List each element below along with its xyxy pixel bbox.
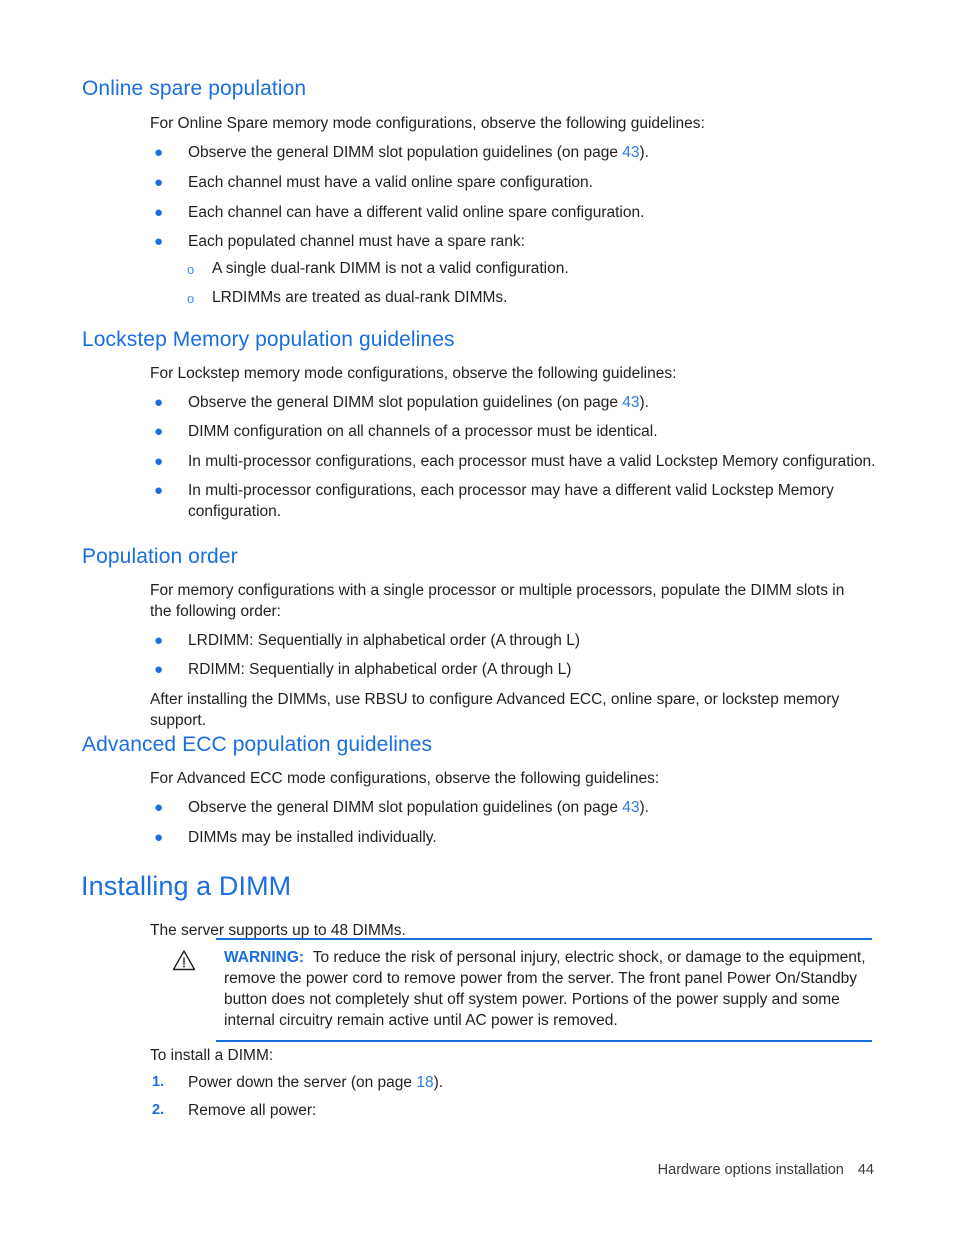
admonition-body: WARNING: To reduce the risk of personal … (170, 940, 872, 1040)
list-item-text: Observe the general DIMM slot population… (188, 142, 888, 163)
sub-list-item-text: LRDIMMs are treated as dual-rank DIMMs. (212, 289, 508, 306)
page-footer: Hardware options installation 44 (0, 1160, 874, 1180)
list-number: 2. (152, 1102, 165, 1118)
list-item: ● DIMM configuration on all channels of … (150, 421, 888, 442)
bullet-dot-icon: ● (154, 233, 164, 250)
warning-admonition: WARNING: To reduce the risk of personal … (170, 938, 872, 1042)
footer-page-number: 44 (857, 1162, 874, 1178)
list-item: ● DIMMs may be installed individually. (150, 827, 888, 848)
bullet-dot-icon: ● (154, 394, 164, 411)
bullet-dot-icon: ● (154, 661, 164, 678)
list-item-text: DIMM configuration on all channels of a … (188, 423, 658, 440)
bullet-dot-icon: ● (154, 144, 164, 161)
list-item: ● Observe the general DIMM slot populati… (150, 392, 888, 413)
page-xref-link[interactable]: 43 (622, 144, 639, 161)
heading-population-order: Population order (82, 545, 238, 568)
list-item-text: Each populated channel must have a spare… (188, 233, 525, 250)
numbered-list-item-text: Power down the server (on page 18). (188, 1072, 443, 1093)
admonition-label: WARNING: (224, 949, 305, 966)
page-xref-link[interactable]: 43 (622, 799, 639, 816)
admonition-message: To reduce the risk of personal injury, e… (224, 949, 866, 1029)
bullet-dot-icon: ● (154, 482, 164, 499)
paragraph-lockstep-intro: For Lockstep memory mode configurations,… (150, 365, 677, 382)
sub-list-item: o A single dual-rank DIMM is not a valid… (185, 258, 569, 279)
page-xref-link[interactable]: 18 (416, 1074, 433, 1091)
list-item-text-before: Observe the general DIMM slot population… (188, 799, 623, 816)
list-item: ● In multi-processor configurations, eac… (150, 451, 888, 472)
heading-lockstep-memory-population-guidelines: Lockstep Memory population guidelines (82, 328, 455, 351)
list-item: ● Observe the general DIMM slot populati… (150, 797, 888, 818)
list-item: ● Each channel can have a different vali… (150, 202, 888, 223)
admonition-bottom-rule (216, 1040, 872, 1042)
warning-triangle-icon (172, 949, 196, 971)
list-item-text: DIMMs may be installed individually. (188, 829, 437, 846)
bullet-dot-icon: ● (154, 632, 164, 649)
list-item-text: In multi-processor configurations, each … (188, 453, 876, 470)
list-item-text-before: Observe the general DIMM slot population… (188, 144, 623, 161)
list-item-text: RDIMM: Sequentially in alphabetical orde… (188, 661, 572, 678)
page-xref-link[interactable]: 43 (622, 394, 639, 411)
list-item: ● RDIMM: Sequentially in alphabetical or… (150, 659, 888, 680)
numbered-list-item-text: Remove all power: (188, 1102, 317, 1119)
bullet-dot-icon: ● (154, 799, 164, 816)
admonition-text: WARNING: To reduce the risk of personal … (224, 947, 872, 1031)
list-item-text: Each channel must have a valid online sp… (188, 174, 593, 191)
numbered-list-item: 1. Power down the server (on page 18). (150, 1072, 443, 1093)
list-item-text: LRDIMM: Sequentially in alphabetical ord… (188, 632, 581, 649)
bullet-circle-icon: o (187, 291, 195, 306)
list-item-text-after: ). (639, 394, 649, 411)
list-item-text: In multi-processor configurations, each … (188, 482, 834, 520)
heading-advanced-ecc-population-guidelines: Advanced ECC population guidelines (82, 733, 433, 756)
paragraph-population-order-closing: After installing the DIMMs, use RBSU to … (150, 691, 840, 729)
list-item-text: Each channel can have a different valid … (188, 204, 645, 221)
numbered-item-text-after: ). (433, 1074, 444, 1091)
bullet-dot-icon: ● (154, 174, 164, 191)
document-page: Online spare population For Online Spare… (0, 0, 954, 1235)
list-item-text-before: Observe the general DIMM slot population… (188, 394, 623, 411)
paragraph-advanced-ecc-intro: For Advanced ECC mode configurations, ob… (150, 770, 660, 787)
list-item-text-after: ). (639, 144, 649, 161)
list-number: 1. (152, 1074, 165, 1090)
list-item: ● Each channel must have a valid online … (150, 172, 888, 193)
bullet-circle-icon: o (187, 262, 195, 277)
bullet-dot-icon: ● (154, 423, 164, 440)
list-item: ● In multi-processor configurations, eac… (150, 480, 836, 522)
list-item: ● Observe the general DIMM slot populati… (150, 142, 888, 163)
paragraph-population-order-intro: For memory configurations with a single … (150, 582, 845, 620)
bullet-dot-icon: ● (154, 204, 164, 221)
sub-list-item: o LRDIMMs are treated as dual-rank DIMMs… (185, 287, 507, 308)
sub-list-item-text: A single dual-rank DIMM is not a valid c… (212, 260, 569, 277)
bullet-dot-icon: ● (154, 453, 164, 470)
numbered-item-text-before: Power down the server (on page (188, 1074, 417, 1091)
list-item: ● LRDIMM: Sequentially in alphabetical o… (150, 630, 888, 651)
paragraph-steps-intro: To install a DIMM: (150, 1047, 274, 1064)
heading-installing-a-dimm: Installing a DIMM (81, 871, 292, 901)
list-item-text-after: ). (639, 799, 649, 816)
list-item-text: Observe the general DIMM slot population… (188, 797, 888, 818)
footer-title: Hardware options installation (657, 1162, 844, 1178)
numbered-list-item: 2. Remove all power: (150, 1100, 316, 1121)
paragraph-online-spare-intro: For Online Spare memory mode configurati… (150, 115, 705, 132)
list-item: ● Each populated channel must have a spa… (150, 231, 888, 252)
list-item-text: Observe the general DIMM slot population… (188, 392, 888, 413)
bullet-dot-icon: ● (154, 829, 164, 846)
heading-online-spare-population: Online spare population (82, 77, 307, 100)
